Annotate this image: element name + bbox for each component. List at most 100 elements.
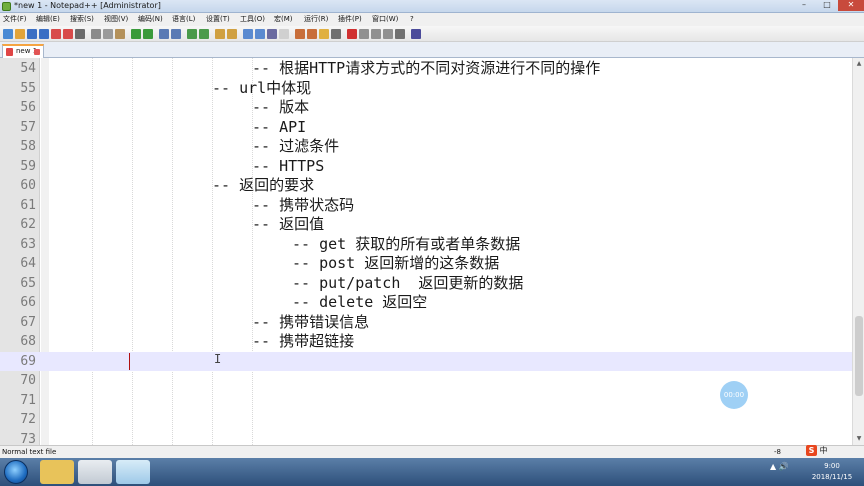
menu-encoding[interactable]: 编码(N)	[138, 13, 163, 26]
minimize-button[interactable]: –	[792, 0, 816, 11]
notepadpp-window: *new 1 - Notepad++ [Administrator] – □ ✕…	[0, 0, 864, 486]
floating-bubble[interactable]: 00:00	[720, 381, 748, 409]
menu-view[interactable]: 视图(V)	[104, 13, 128, 26]
menu-file[interactable]: 文件(F)	[3, 13, 27, 26]
scroll-thumb[interactable]	[855, 316, 863, 396]
editor-line[interactable]: 61 -- 携带状态码	[0, 196, 852, 216]
editor-line[interactable]: 57 -- API	[0, 118, 852, 138]
wrap-icon[interactable]	[243, 29, 253, 39]
save-macro-icon[interactable]	[395, 29, 405, 39]
folder-icon[interactable]	[319, 29, 329, 39]
editor-line[interactable]: 66 -- delete 返回空	[0, 293, 852, 313]
scroll-down-icon[interactable]: ▼	[855, 435, 863, 443]
scroll-up-icon[interactable]: ▲	[855, 60, 863, 68]
editor-line[interactable]: 54 -- 根据HTTP请求方式的不同对资源进行不同的操作	[0, 59, 852, 79]
line-text: -- 版本	[252, 98, 310, 116]
line-number: 60	[20, 178, 36, 193]
editor-line[interactable]: 72	[0, 410, 852, 430]
line-number: 64	[20, 256, 36, 271]
find-icon[interactable]	[159, 29, 169, 39]
cut-icon[interactable]	[91, 29, 101, 39]
play-multi-icon[interactable]	[383, 29, 393, 39]
explorer-button[interactable]	[40, 460, 74, 484]
editor-line[interactable]: 69	[0, 351, 852, 371]
monitor-icon[interactable]	[331, 29, 341, 39]
close-button[interactable]: ✕	[838, 0, 864, 11]
editor-line[interactable]: 55 -- url中体现	[0, 79, 852, 99]
line-number: 59	[20, 158, 36, 174]
line-text: -- 根据HTTP请求方式的不同对资源进行不同的操作	[252, 59, 601, 77]
editor-line[interactable]: 67 -- 携带错误信息	[0, 313, 852, 333]
tab-close-icon[interactable]	[34, 49, 40, 55]
zoom-in-icon[interactable]	[187, 29, 197, 39]
undo-icon[interactable]	[131, 29, 141, 39]
sogou-icon[interactable]: S	[806, 445, 817, 456]
line-text: -- 过滤条件	[252, 137, 340, 155]
vertical-scrollbar[interactable]: ▲ ▼	[852, 58, 864, 445]
close-all-icon[interactable]	[63, 29, 73, 39]
menu-language[interactable]: 语言(L)	[172, 13, 195, 26]
ime-toolbar[interactable]: S 中	[806, 445, 828, 458]
tab-bar: new 1	[0, 42, 864, 58]
line-number: 73	[20, 431, 36, 446]
func-list-icon[interactable]	[307, 29, 317, 39]
menu-macro[interactable]: 宏(M)	[274, 13, 293, 26]
system-tray[interactable]: ▲ 🔊	[770, 462, 789, 471]
replace-icon[interactable]	[171, 29, 181, 39]
clock-date: 2018/11/15	[811, 473, 853, 481]
menu-help[interactable]: ?	[410, 13, 414, 26]
notepadpp-button[interactable]	[78, 460, 112, 484]
editor-line[interactable]: 60 -- 返回的要求	[0, 176, 852, 196]
line-number: 56	[20, 100, 36, 115]
show-all-icon[interactable]	[255, 29, 265, 39]
doc-map-icon[interactable]	[295, 29, 305, 39]
menu-run[interactable]: 运行(R)	[304, 13, 328, 26]
tab-new-1[interactable]: new 1	[2, 44, 44, 58]
editor-line[interactable]: 59 -- HTTPS	[0, 157, 852, 177]
line-number: 68	[20, 334, 36, 349]
menu-tools[interactable]: 工具(O)	[240, 13, 265, 26]
editor-line[interactable]: 64 -- post 返回新增的这条数据	[0, 254, 852, 274]
indent-guide-icon[interactable]	[267, 29, 277, 39]
line-text: -- url中体现	[212, 78, 312, 97]
open-icon[interactable]	[15, 29, 25, 39]
menu-search[interactable]: 搜索(S)	[70, 13, 94, 26]
save-icon[interactable]	[27, 29, 37, 39]
editor-line[interactable]: 68 -- 携带超链接	[0, 332, 852, 352]
active-app-button[interactable]	[116, 460, 150, 484]
record-icon[interactable]	[347, 29, 357, 39]
status-file-type: Normal text file	[2, 448, 57, 456]
lang-icon[interactable]	[279, 29, 289, 39]
editor-line[interactable]: 58 -- 过滤条件	[0, 137, 852, 157]
menu-edit[interactable]: 编辑(E)	[36, 13, 60, 26]
line-number: 70	[20, 373, 36, 388]
paste-icon[interactable]	[115, 29, 125, 39]
ime-mode[interactable]: 中	[820, 446, 828, 455]
editor-line[interactable]: 63 -- get 获取的所有或者单条数据	[0, 235, 852, 255]
stop-icon[interactable]	[359, 29, 369, 39]
spell-icon[interactable]	[411, 29, 421, 39]
zoom-out-icon[interactable]	[199, 29, 209, 39]
menu-plugins[interactable]: 插件(P)	[338, 13, 362, 26]
menu-settings[interactable]: 设置(T)	[206, 13, 230, 26]
clock[interactable]: 9:00 2018/11/15	[805, 461, 859, 483]
editor-line[interactable]: 62 -- 返回值	[0, 215, 852, 235]
close-icon[interactable]	[51, 29, 61, 39]
save-all-icon[interactable]	[39, 29, 49, 39]
sync-h-icon[interactable]	[227, 29, 237, 39]
editor-line[interactable]: 65 -- put/patch 返回更新的数据	[0, 274, 852, 294]
copy-icon[interactable]	[103, 29, 113, 39]
print-icon[interactable]	[75, 29, 85, 39]
text-caret	[129, 352, 130, 370]
sync-v-icon[interactable]	[215, 29, 225, 39]
play-icon[interactable]	[371, 29, 381, 39]
new-icon[interactable]	[3, 29, 13, 39]
start-button[interactable]	[4, 460, 28, 484]
editor-line[interactable]: 56 -- 版本	[0, 98, 852, 118]
window-title: *new 1 - Notepad++ [Administrator]	[14, 1, 161, 10]
redo-icon[interactable]	[143, 29, 153, 39]
menu-window[interactable]: 窗口(W)	[372, 13, 398, 26]
line-number: 71	[20, 392, 36, 408]
maximize-button[interactable]: □	[816, 0, 838, 11]
editor-line[interactable]: 73	[0, 430, 852, 446]
